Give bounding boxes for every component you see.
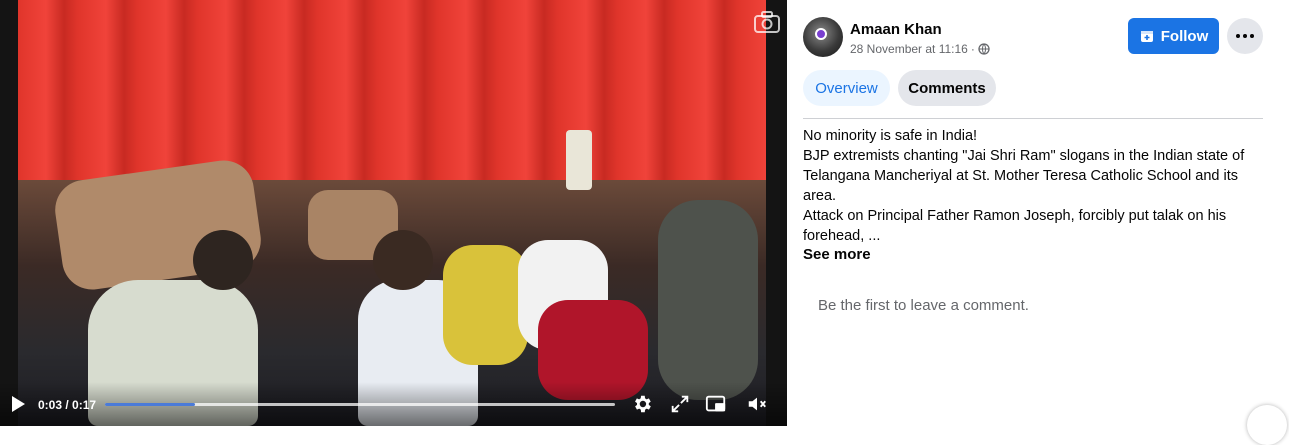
caption-line: Attack on Principal Father Ramon Joseph,… — [803, 208, 1227, 224]
person-dark-shirt — [658, 200, 758, 400]
video-controls: 0:03 / 0:17 — [0, 382, 787, 426]
picture-in-picture-icon[interactable] — [705, 393, 727, 415]
caption-line: Telangana Mancheriyal at St. Mother Tere… — [803, 168, 1238, 184]
video-time: 0:03 / 0:17 — [38, 398, 97, 412]
caption-line: forehead, ... — [803, 228, 881, 244]
avatar-status-badge — [815, 28, 827, 40]
video-player[interactable]: 0:03 / 0:17 — [0, 0, 787, 426]
play-icon[interactable] — [10, 395, 26, 413]
video-frame[interactable] — [18, 0, 766, 426]
camera-icon[interactable] — [753, 10, 781, 34]
follow-page-icon — [1140, 31, 1153, 42]
author-name[interactable]: Amaan Khan — [850, 21, 942, 38]
more-options-button[interactable] — [1227, 18, 1263, 54]
volume-muted-icon[interactable] — [746, 393, 768, 415]
meta-separator: · — [970, 42, 975, 56]
video-progress-fill — [105, 403, 195, 406]
tab-overview[interactable]: Overview — [803, 70, 890, 106]
person-yellow-shirt — [443, 245, 528, 365]
post-side-panel: Amaan Khan 28 November at 11:16 · Follow… — [787, 0, 1289, 445]
divider — [803, 118, 1263, 119]
follow-label: Follow — [1160, 27, 1209, 45]
caption-line: area. — [803, 188, 837, 204]
more-dots-icon — [1236, 34, 1254, 38]
fullscreen-icon[interactable] — [669, 393, 691, 415]
person-head — [193, 230, 253, 290]
follow-button[interactable]: Follow — [1128, 18, 1219, 54]
empty-comments-message: Be the first to leave a comment. — [818, 297, 1029, 314]
caption-line: No minority is safe in India! — [803, 128, 978, 144]
post-caption: No minority is safe in India! BJP extrem… — [803, 126, 1263, 246]
caption-line: BJP extremists chanting "Jai Shri Ram" s… — [803, 148, 1245, 164]
post-meta: 28 November at 11:16 · — [850, 42, 990, 56]
tab-comments[interactable]: Comments — [898, 70, 996, 106]
flag-shape — [566, 130, 592, 190]
globe-icon — [978, 43, 990, 55]
floating-chat-button[interactable] — [1247, 405, 1287, 445]
person-head — [373, 230, 433, 290]
settings-gear-icon[interactable] — [631, 393, 653, 415]
post-timestamp[interactable]: 28 November at 11:16 — [850, 42, 968, 56]
video-progress-bar[interactable] — [105, 403, 615, 406]
see-more-link[interactable]: See more — [803, 246, 871, 263]
